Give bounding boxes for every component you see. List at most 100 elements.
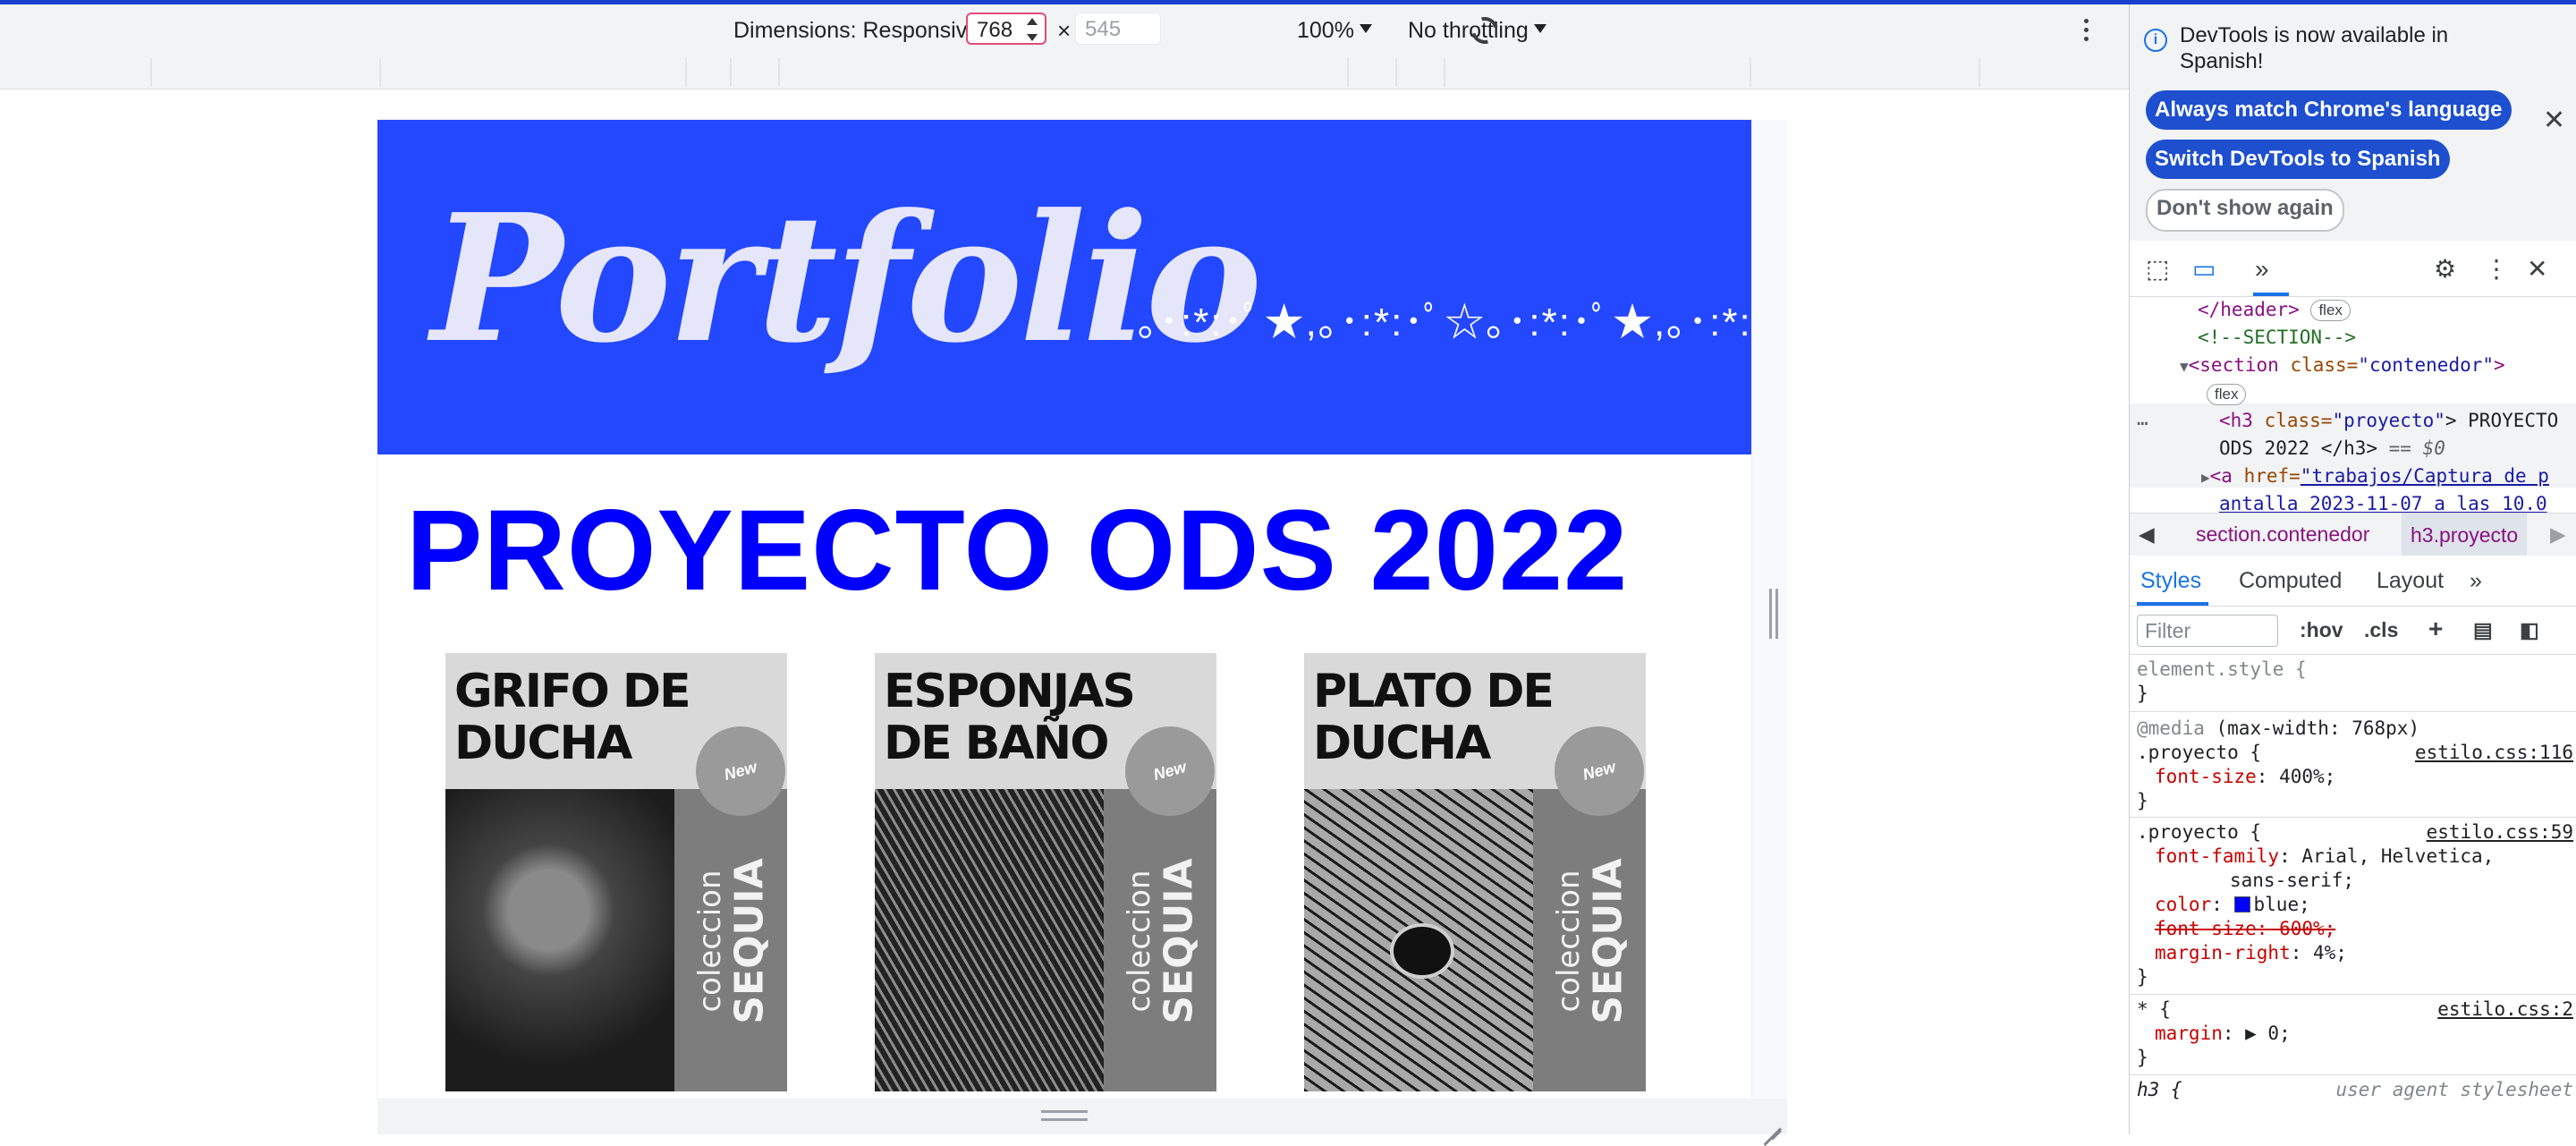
source-link[interactable]: estilo.css:2 (2437, 997, 2573, 1022)
breadcrumb-h3[interactable]: h3.proyecto (2402, 514, 2528, 556)
rule-close: } (2137, 683, 2148, 704)
product-card[interactable]: PLATO DE DUCHA coleccion SEQUIA New (1304, 653, 1646, 1091)
project-heading: PROYECTO ODS 2022 (406, 487, 1629, 615)
flex-badge-row: flex (2207, 380, 2247, 408)
always-match-language-button[interactable]: Always match Chrome's language (2146, 90, 2512, 130)
card-side-band: coleccion SEQUIA (1104, 789, 1216, 1091)
css-declaration[interactable]: margin: ▶ 0; (2155, 1022, 2291, 1046)
inspect-element-icon[interactable]: ⬚ (2146, 257, 2169, 282)
cls-toggle[interactable]: .cls (2364, 618, 2398, 642)
dimensions-dropdown[interactable]: Dimensions: Responsive (733, 15, 998, 46)
close-icon[interactable]: ✕ (2543, 105, 2565, 136)
more-options-icon[interactable] (2084, 19, 2089, 42)
media-condition: (max-width: 768px) (2216, 717, 2420, 739)
ruler-segment[interactable] (685, 58, 687, 87)
more-options-icon[interactable]: ⋮ (2484, 257, 2509, 282)
rule-selector[interactable]: * { (2137, 997, 2171, 1022)
zoom-dropdown[interactable]: 100% (1297, 15, 1372, 46)
ruler-segment[interactable] (1444, 58, 1445, 87)
collection-label: coleccion (1122, 870, 1157, 1013)
overridden-declaration[interactable]: font-size: 600%; (2155, 917, 2335, 941)
more-tabs-icon[interactable]: » (2255, 257, 2269, 282)
css-declaration[interactable]: font-size: 400%; (2155, 765, 2335, 789)
ruler-segment[interactable] (778, 58, 780, 87)
tab-computed[interactable]: Computed (2239, 568, 2342, 594)
dont-show-again-button[interactable]: Don't show again (2146, 189, 2344, 232)
dom-node[interactable]: </header> flex (2198, 296, 2351, 324)
attr-name: class= (2290, 354, 2359, 376)
color-swatch[interactable] (2233, 896, 2250, 913)
rule-selector[interactable]: .proyecto { (2137, 820, 2261, 845)
ruler-segment[interactable] (1979, 58, 1980, 87)
css-declaration[interactable]: font-family: Arial, Helvetica, (2155, 845, 2494, 869)
dom-node-cont[interactable]: antalla 2023-11-07 a las 10.0 (2219, 490, 2547, 513)
ruler-segment[interactable] (379, 58, 381, 87)
close-icon[interactable]: ✕ (2527, 257, 2547, 282)
width-input[interactable]: 768 (966, 13, 1046, 45)
css-declaration[interactable]: color: blue; (2155, 893, 2310, 917)
switch-to-spanish-button[interactable]: Switch DevTools to Spanish (2146, 140, 2450, 179)
corner-resize-icon[interactable] (1758, 1107, 1783, 1146)
dimensions-label: Dimensions: Responsive (733, 18, 980, 43)
dom-node[interactable]: ▼<section class="contenedor"> (2180, 352, 2505, 380)
rule-close: } (2137, 966, 2148, 988)
attr-link[interactable]: antalla 2023-11-07 a las 10.0 (2219, 493, 2547, 513)
prop-value: : 400%; (2256, 766, 2336, 787)
ruler-segment[interactable] (1347, 58, 1349, 87)
dom-node[interactable]: ▶<a href="trabajos/Captura de p (2201, 463, 2549, 491)
ruler-segment[interactable] (1395, 58, 1397, 87)
tag-text: <h3 (2219, 410, 2265, 431)
filter-input[interactable]: Filter (2137, 615, 2278, 647)
product-card[interactable]: GRIFO DE DUCHA coleccion SEQUIA New (445, 653, 787, 1091)
prop-value: : 4%; (2290, 942, 2347, 963)
ruler-segment[interactable] (730, 58, 732, 87)
height-input[interactable]: 545 (1075, 13, 1161, 45)
ruler-segment[interactable] (150, 58, 152, 87)
gear-icon[interactable]: ⚙ (2434, 257, 2456, 282)
scroll-right-icon[interactable]: ▶ (2550, 522, 2566, 547)
collection-label: coleccion (692, 870, 728, 1013)
sidebar-toggle-icon[interactable]: ◧ (2520, 618, 2539, 642)
height-placeholder: 545 (1085, 17, 1122, 41)
device-toggle-icon[interactable]: ▭ (2192, 257, 2216, 282)
more-tabs-icon[interactable]: » (2470, 568, 2482, 594)
tag-text: <section (2188, 354, 2291, 376)
element-style-selector[interactable]: element.style { (2137, 658, 2307, 682)
expand-triangle-icon[interactable]: ▶ (2201, 469, 2210, 486)
height-resize-handle[interactable] (1041, 1110, 1088, 1121)
css-declaration[interactable]: margin-right: 4%; (2155, 941, 2347, 965)
css-declaration-cont: sans-serif; (2230, 870, 2355, 891)
hov-toggle[interactable]: :hov (2300, 618, 2343, 642)
selected-dom-node-cont[interactable]: ODS 2022 </h3> == $0 (2219, 435, 2445, 463)
spinner-icon[interactable] (1027, 18, 1039, 41)
media-query: @media (max-width: 768px) (2137, 717, 2419, 741)
styles-filter-row: Filter :hov .cls + ▤ ◧ (2130, 606, 2576, 655)
elements-dom-tree: </header> flex <!--SECTION--> ▼<section … (2130, 296, 2576, 513)
tab-layout[interactable]: Layout (2377, 568, 2444, 594)
new-rule-icon[interactable]: + (2428, 615, 2443, 643)
breadcrumb-section[interactable]: section.contenedor (2196, 522, 2369, 547)
paint-brush-icon[interactable]: ▤ (2473, 618, 2493, 642)
dom-comment[interactable]: <!--SECTION--> (2198, 324, 2356, 352)
series-label: SEQUIA (726, 858, 773, 1024)
source-link[interactable]: estilo.css:59 (2427, 820, 2573, 845)
width-resize-handle[interactable] (1769, 589, 1778, 639)
ua-stylesheet-label: user agent stylesheet (2335, 1079, 2573, 1100)
rule-selector[interactable]: .proyecto { (2137, 741, 2261, 765)
flex-badge[interactable]: flex (2310, 300, 2351, 321)
product-card[interactable]: ESPONJAS DE BAÑO coleccion SEQUIA New (875, 653, 1216, 1091)
flex-badge[interactable]: flex (2207, 384, 2247, 405)
rule-selector[interactable]: h3 { (2137, 1078, 2182, 1102)
media-query-ruler[interactable] (0, 56, 2129, 89)
scroll-left-icon[interactable]: ◀ (2139, 522, 2155, 547)
ruler-segment[interactable] (1750, 58, 1751, 87)
site-header: Portfolio ｡･:*:･ﾟ★,｡･:*:･ﾟ☆｡･:*:･ﾟ★,｡･:*… (377, 120, 1751, 454)
selected-dom-node[interactable]: <h3 class="proyecto"> PROYECTO (2219, 407, 2558, 435)
source-link[interactable]: estilo.css:116 (2415, 741, 2573, 765)
tag-text: <a (2209, 465, 2244, 487)
tab-styles[interactable]: Styles (2140, 568, 2201, 594)
attr-link[interactable]: "trabajos/Captura de p (2301, 465, 2549, 487)
ellipsis-icon[interactable]: … (2137, 405, 2148, 433)
expand-triangle-icon[interactable]: ▼ (2180, 358, 2189, 375)
rule-separator (2130, 1074, 2576, 1075)
